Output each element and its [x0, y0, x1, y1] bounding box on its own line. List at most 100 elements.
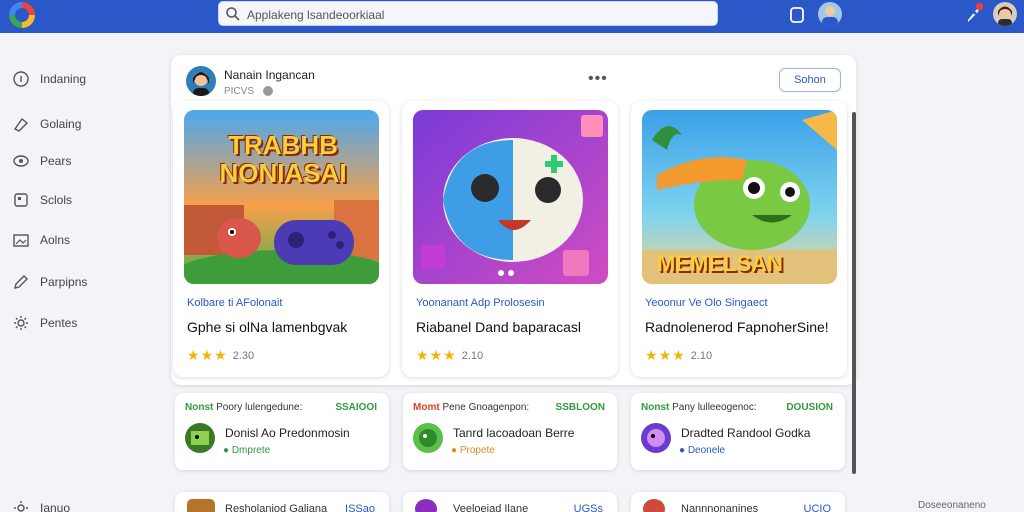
game-title[interactable]: Radnolenerod FapnoherSine!	[645, 319, 829, 335]
mini-status: ● Propete	[451, 445, 495, 456]
author-name[interactable]: Nanain Ingancan	[224, 68, 315, 82]
game-category: Kolbare ti AFolonait	[187, 297, 283, 309]
game-rating: ★ ★ ★ 2.10	[416, 347, 483, 364]
sidebar-item-ianuo[interactable]: Ianuo	[12, 497, 70, 512]
author-meta: PICVS	[224, 86, 255, 97]
sidebar-item-aolns[interactable]: Aolns	[12, 229, 70, 251]
sidebar-item-label: Parpipns	[40, 275, 88, 289]
sidebar-item-pears[interactable]: Pears	[12, 150, 71, 172]
sidebar-item-label: Indaning	[40, 72, 87, 86]
mini-desc: Pany lulleeogenoc:	[672, 402, 757, 413]
sidebar-item-label: Sclols	[40, 193, 73, 207]
more-options-button[interactable]: •••	[588, 70, 608, 88]
game-icon	[187, 499, 215, 512]
star-icon: ★	[672, 347, 685, 363]
game-title[interactable]: Gphe si olNa lamenbgvak	[187, 319, 347, 335]
avatar[interactable]	[818, 2, 842, 26]
circle-info-icon	[13, 71, 29, 87]
sidebar-item-label: Golaing	[40, 117, 82, 131]
sidebar-item-label: Pentes	[40, 316, 78, 330]
sidebar: Indaning Golaing Pears Sclols Aolns Parp…	[0, 33, 160, 512]
list-item[interactable]: Resholaniod Galiana ISSao	[175, 492, 389, 512]
square-icon	[14, 193, 28, 207]
game-icon	[185, 423, 215, 453]
footer-link[interactable]: Doseeonaneno	[918, 500, 986, 511]
game-rating: ★ ★ ★ 2.10	[645, 347, 712, 364]
author-avatar[interactable]	[186, 66, 216, 96]
game-card[interactable]: MEMELSAN Yeoonur Ve Olo Singaect Radnole…	[631, 101, 847, 377]
search-box[interactable]: Applakeng lsandeoorkiaal	[218, 1, 718, 26]
bottom-price: ISSao	[345, 503, 375, 512]
pencil-icon	[14, 275, 28, 289]
list-item[interactable]: Nonst Poory lulengedune: SSAIOOI Donisl …	[175, 393, 389, 470]
follow-button[interactable]: Sohon	[779, 68, 841, 92]
star-icon: ★	[429, 347, 443, 363]
mini-desc: Poory lulengedune:	[216, 402, 303, 413]
search-icon	[226, 7, 240, 21]
notification-dot	[976, 3, 983, 10]
mini-status-label: Deonele	[687, 445, 726, 456]
sidebar-item-label: Aolns	[40, 233, 71, 247]
game-banner-text: MEMELSAN	[657, 251, 783, 276]
star-icon: ★	[214, 347, 227, 363]
game-thumbnail[interactable]	[413, 110, 608, 284]
mini-price: DOUSION	[786, 402, 833, 413]
game-rating: ★ ★ ★ 2.30	[187, 347, 254, 364]
star-icon: ★	[443, 347, 456, 363]
search-input[interactable]: Applakeng lsandeoorkiaal	[247, 8, 384, 22]
mini-title: Tanrd lacoadoan Berre	[453, 426, 575, 440]
game-category: Yeoonur Ve Olo Singaect	[645, 297, 768, 309]
star-icon: ★	[645, 347, 658, 363]
bottom-title: Nannnonanines	[681, 503, 759, 512]
mini-price: SSBLOON	[555, 402, 605, 413]
mini-header: Nonst Pany lulleeogenoc:	[641, 402, 757, 413]
game-icon	[641, 423, 671, 453]
sidebar-item-pentes[interactable]: Pentes	[12, 312, 77, 334]
sidebar-item-indaning[interactable]: Indaning	[12, 68, 86, 90]
mini-tag: Momt	[413, 402, 440, 413]
bottom-title: Resholaniod Galiana	[225, 503, 328, 512]
bottom-price: UGSs	[573, 503, 603, 512]
mini-header: Nonst Poory lulengedune:	[185, 402, 302, 413]
star-icon: ★	[416, 347, 429, 363]
top-bar: Applakeng lsandeoorkiaal	[0, 0, 1024, 33]
sidebar-item-sclols[interactable]: Sclols	[12, 189, 72, 211]
star-icon: ★	[200, 347, 214, 363]
bottom-title: Veeloeiad Ilane	[453, 503, 529, 512]
list-item[interactable]: Momt Pene Gnoagenpon: SSBLOON Tanrd laco…	[403, 393, 617, 470]
mini-status-label: Propete	[459, 445, 495, 456]
star-icon: ★	[187, 347, 200, 363]
mini-title: Dradted Randool Godka	[681, 426, 811, 440]
author-subtitle: PICVS	[224, 86, 273, 97]
profile-avatar[interactable]	[993, 2, 1017, 26]
mini-tag: Nonst	[185, 402, 214, 413]
rating-value: 2.10	[461, 349, 484, 362]
mini-status-label: Dmprete	[231, 445, 271, 456]
game-card[interactable]: Yoonanant Adp Prolosesin Riabanel Dand b…	[402, 101, 618, 377]
tag-icon	[13, 117, 29, 132]
game-title[interactable]: Riabanel Dand baparacasl	[416, 319, 581, 335]
mini-title: Donisl Ao Predonmosin	[225, 426, 350, 440]
mini-price: SSAIOOI	[335, 402, 377, 413]
sidebar-item-label: Ianuo	[40, 501, 71, 512]
sidebar-item-parpipns[interactable]: Parpipns	[12, 271, 87, 293]
rating-value: 2.10	[690, 349, 713, 362]
sidebar-item-golaing[interactable]: Golaing	[12, 113, 81, 135]
app-logo-icon[interactable]	[9, 2, 35, 28]
gear-icon	[14, 316, 28, 330]
game-card[interactable]: TRABHB NONIASAI Kolbare ti AFolonait Gph…	[173, 101, 389, 377]
rating-value: 2.30	[232, 349, 255, 362]
eye-icon	[13, 155, 29, 167]
mini-tag: Nonst	[641, 402, 670, 413]
image-icon	[13, 234, 29, 247]
globe-icon	[262, 86, 273, 97]
mini-header: Momt Pene Gnoagenpon:	[413, 402, 529, 413]
scrollbar[interactable]	[852, 112, 856, 474]
mini-status: ● Dmprete	[223, 445, 271, 456]
list-item[interactable]: Veeloeiad Ilane UGSs	[403, 492, 617, 512]
bookmark-icon[interactable]	[786, 4, 808, 26]
list-item[interactable]: Nannnonanines UCIO	[631, 492, 845, 512]
gear-icon	[14, 501, 28, 512]
bottom-price: UCIO	[803, 503, 832, 512]
list-item[interactable]: Nonst Pany lulleeogenoc: DOUSION Dradted…	[631, 393, 845, 470]
